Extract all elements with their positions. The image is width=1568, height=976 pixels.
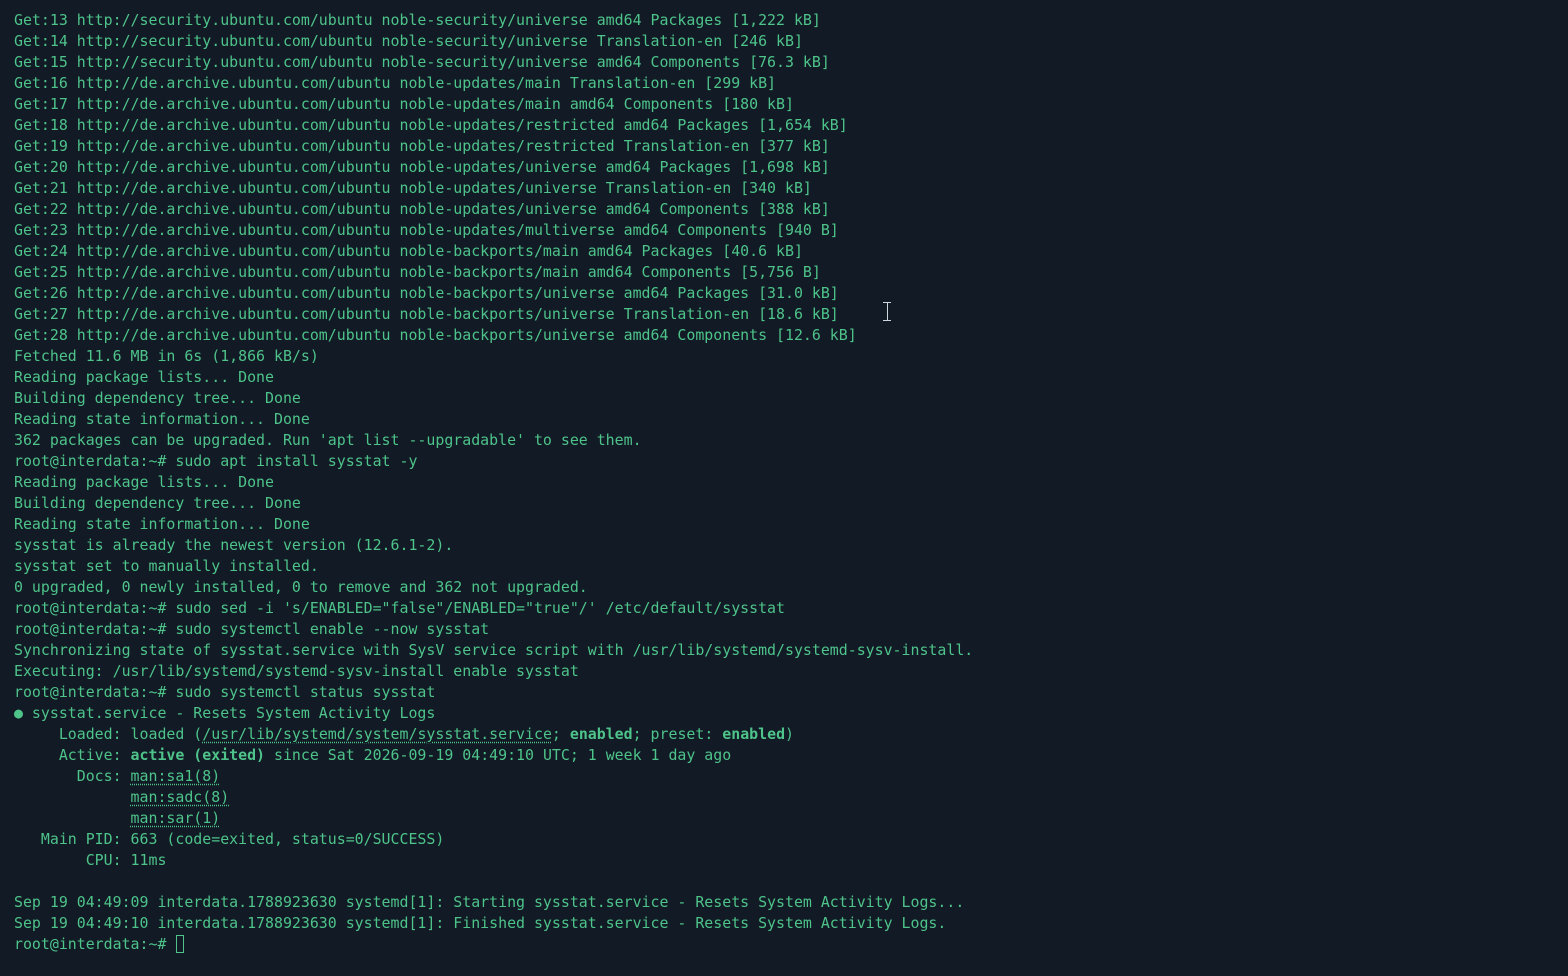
output-line: Get:16 http://de.archive.ubuntu.com/ubun…: [14, 74, 777, 92]
output-line: Get:22 http://de.archive.ubuntu.com/ubun…: [14, 200, 830, 218]
output-line: 0 upgraded, 0 newly installed, 0 to remo…: [14, 578, 588, 596]
output-line: Get:26 http://de.archive.ubuntu.com/ubun…: [14, 284, 839, 302]
output-line: Get:19 http://de.archive.ubuntu.com/ubun…: [14, 137, 830, 155]
output-line: Get:24 http://de.archive.ubuntu.com/ubun…: [14, 242, 803, 260]
output-line: Building dependency tree... Done: [14, 494, 301, 512]
command-line: root@interdata:~# sudo systemctl enable …: [14, 620, 490, 638]
output-line: Get:14 http://security.ubuntu.com/ubuntu…: [14, 32, 803, 50]
terminal-output: Get:13 http://security.ubuntu.com/ubuntu…: [14, 10, 1568, 703]
output-line: Fetched 11.6 MB in 6s (1,866 kB/s): [14, 347, 319, 365]
output-line: Get:23 http://de.archive.ubuntu.com/ubun…: [14, 221, 839, 239]
output-line: Get:13 http://security.ubuntu.com/ubuntu…: [14, 11, 821, 29]
output-line: Get:20 http://de.archive.ubuntu.com/ubun…: [14, 158, 830, 176]
status-docs-line: Docs: man:sa1(8): [14, 767, 221, 785]
unit-file-link[interactable]: /usr/lib/systemd/system/sysstat.service: [202, 725, 552, 743]
command-line: root@interdata:~# sudo sed -i 's/ENABLED…: [14, 599, 785, 617]
status-loaded-line: Loaded: loaded (/usr/lib/systemd/system/…: [14, 725, 795, 743]
doc-link-sa1[interactable]: man:sa1(8): [131, 767, 221, 785]
ibeam-cursor-icon: [883, 302, 891, 321]
output-line: Get:21 http://de.archive.ubuntu.com/ubun…: [14, 179, 812, 197]
command-line: root@interdata:~# sudo apt install sysst…: [14, 452, 418, 470]
status-main-pid-line: Main PID: 663 (code=exited, status=0/SUC…: [14, 830, 445, 848]
output-line: Get:27 http://de.archive.ubuntu.com/ubun…: [14, 305, 839, 323]
output-line: Get:18 http://de.archive.ubuntu.com/ubun…: [14, 116, 848, 134]
output-line: Reading package lists... Done: [14, 473, 274, 491]
output-line: Executing: /usr/lib/systemd/systemd-sysv…: [14, 662, 579, 680]
shell-prompt: root@interdata:~#: [14, 935, 176, 953]
output-line: sysstat is already the newest version (1…: [14, 536, 454, 554]
output-line: Reading state information... Done: [14, 515, 310, 533]
prompt-line[interactable]: root@interdata:~#: [14, 934, 1568, 955]
output-line: sysstat set to manually installed.: [14, 557, 319, 575]
text-cursor: [176, 935, 185, 953]
output-line: Get:28 http://de.archive.ubuntu.com/ubun…: [14, 326, 857, 344]
status-docs-line: man:sadc(8): [14, 787, 1568, 808]
doc-link-sar[interactable]: man:sar(1): [131, 809, 221, 827]
status-bullet-icon: ●: [14, 704, 23, 722]
output-line: Synchronizing state of sysstat.service w…: [14, 641, 974, 659]
status-cpu-line: CPU: 11ms: [14, 851, 167, 869]
terminal-window[interactable]: Get:13 http://security.ubuntu.com/ubuntu…: [0, 0, 1568, 976]
log-line: Sep 19 04:49:09 interdata.1788923630 sys…: [14, 893, 965, 911]
log-line: Sep 19 04:49:10 interdata.1788923630 sys…: [14, 914, 947, 932]
output-line: Get:17 http://de.archive.ubuntu.com/ubun…: [14, 95, 794, 113]
output-line: Reading state information... Done: [14, 410, 310, 428]
output-line: Building dependency tree... Done: [14, 389, 301, 407]
active-state: active (exited): [130, 746, 266, 764]
command-line: root@interdata:~# sudo systemctl status …: [14, 683, 436, 701]
output-line: Reading package lists... Done: [14, 368, 274, 386]
output-line: Get:15 http://security.ubuntu.com/ubuntu…: [14, 53, 830, 71]
doc-link-sadc[interactable]: man:sadc(8): [131, 788, 230, 806]
output-line: 362 packages can be upgraded. Run 'apt l…: [14, 431, 642, 449]
status-service-line: ● sysstat.service - Resets System Activi…: [14, 704, 436, 722]
status-docs-line: man:sar(1): [14, 808, 1568, 829]
output-line: Get:25 http://de.archive.ubuntu.com/ubun…: [14, 263, 821, 281]
status-active-line: Active: active (exited) since Sat 2026-0…: [14, 746, 732, 764]
